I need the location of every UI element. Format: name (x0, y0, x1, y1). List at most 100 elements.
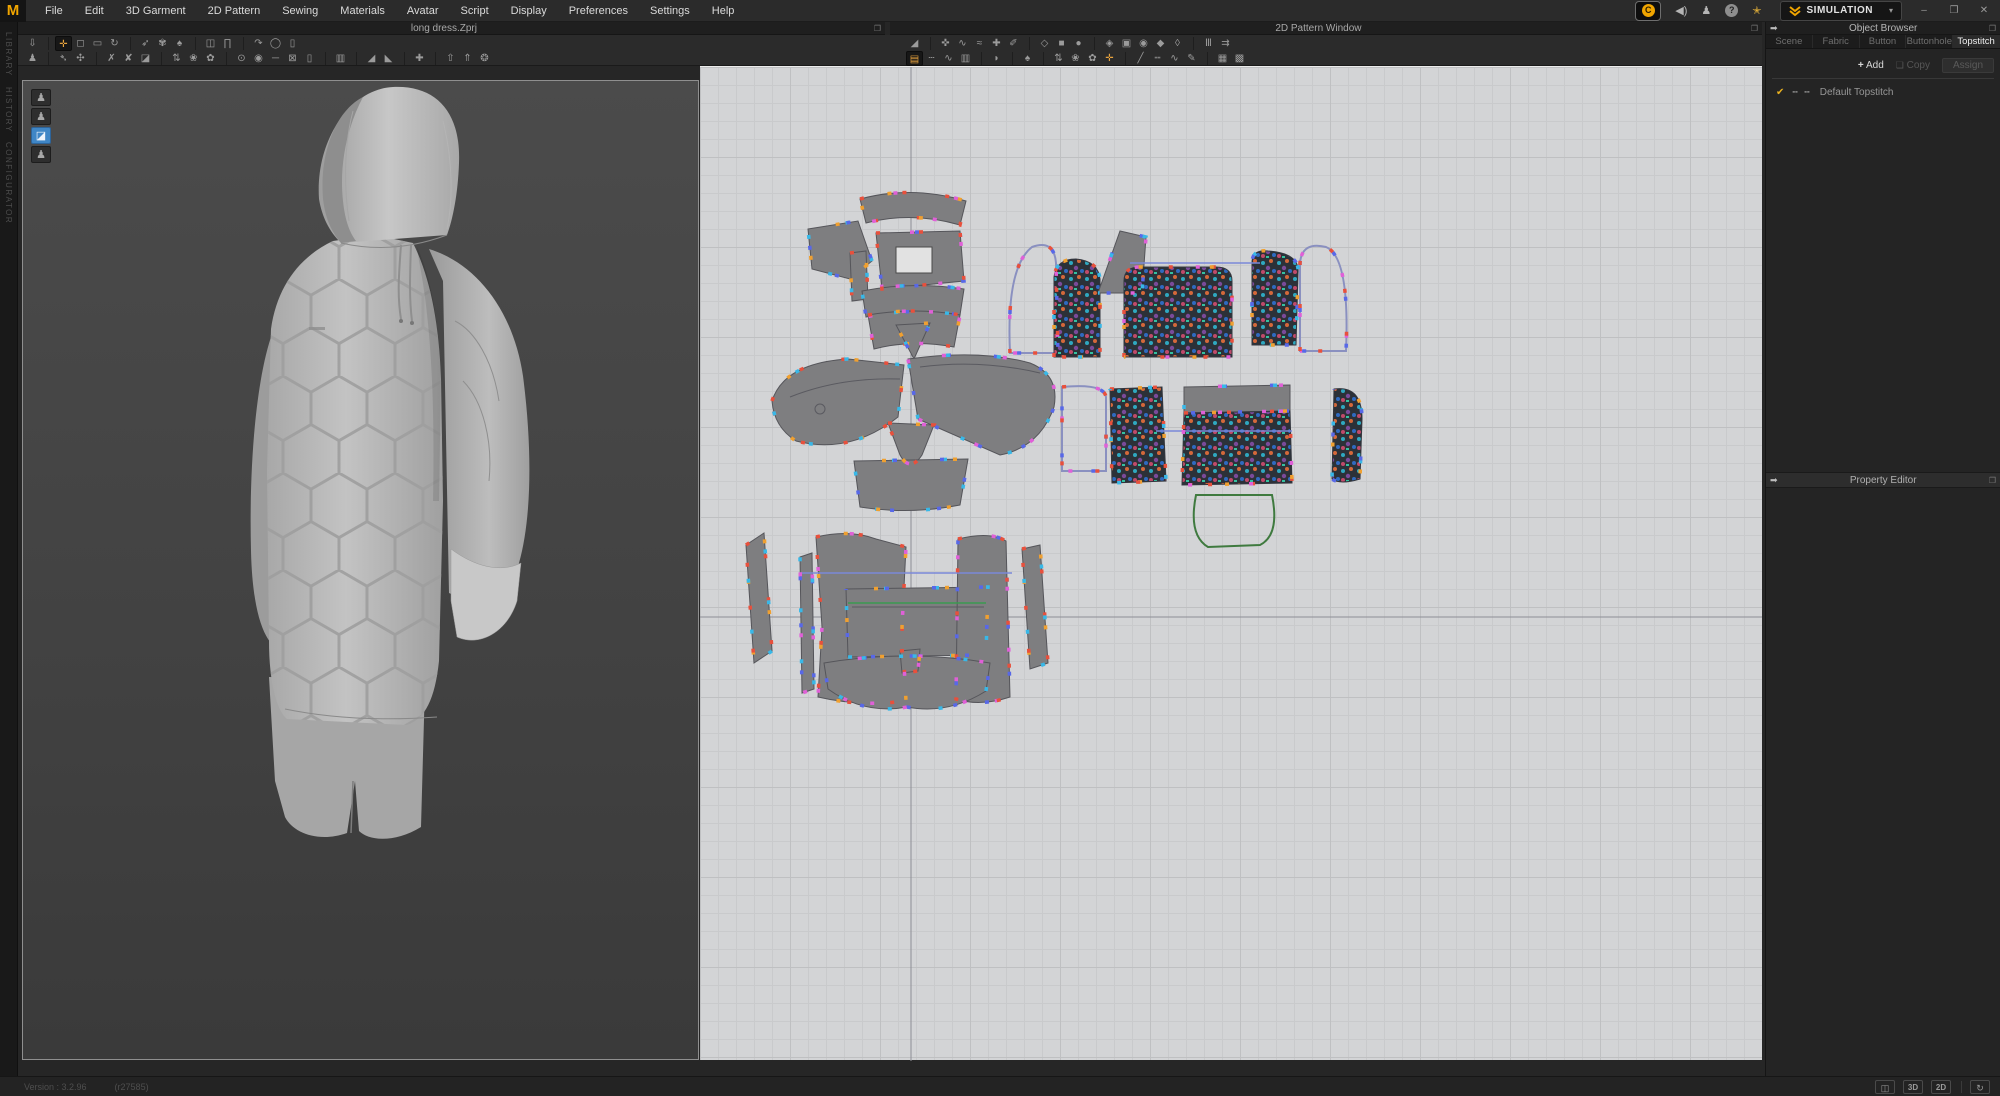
edit-curvature-icon[interactable]: ∿ (954, 36, 971, 51)
pattern-piece-p21[interactable] (1181, 410, 1293, 486)
copy-button[interactable]: ❏ Copy (1896, 60, 1930, 71)
trace-icon[interactable]: ✐ (1005, 36, 1022, 51)
menu-item[interactable]: Preferences (558, 0, 639, 22)
topstitch-free-icon[interactable]: ┉ (1149, 51, 1166, 66)
base-dart-icon[interactable]: ◊ (1169, 36, 1186, 51)
currency-icon[interactable]: C (1635, 0, 1662, 21)
measure-ruler-icon[interactable]: ▯ (284, 36, 301, 51)
popout-icon[interactable]: ❐ (1747, 22, 1762, 35)
lasso-select-icon[interactable]: ◯ (267, 36, 284, 51)
topstitch-segment-icon[interactable]: ╱ (1132, 51, 1149, 66)
attach-to-garment-icon[interactable]: ♠ (1019, 51, 1036, 66)
curve-tool-icon[interactable]: ↷ (250, 36, 267, 51)
pattern-piece-p20[interactable] (1183, 384, 1291, 414)
pattern-piece-p14[interactable] (771, 358, 905, 446)
view-2d-icon[interactable]: 2D (1931, 1079, 1951, 1094)
pattern-piece-p23[interactable] (1192, 494, 1276, 548)
menu-item[interactable]: Settings (639, 0, 701, 22)
dock-tab[interactable]: LIBRARY (4, 32, 13, 77)
property-editor-titlebar[interactable]: ➡ Property Editor ❐ (1766, 472, 2000, 488)
tack-garment-icon[interactable]: ♠ (171, 36, 188, 51)
menu-item[interactable]: Script (450, 0, 500, 22)
texture-edit-icon[interactable]: ▦ (1214, 51, 1231, 66)
dock-tab[interactable]: CONFIGURATOR (4, 142, 13, 224)
collapse-arrow-icon[interactable]: ➡ (1766, 474, 1782, 487)
restore-button[interactable]: ❐ (1946, 0, 1962, 22)
menu-item[interactable]: 2D Pattern (197, 0, 272, 22)
buttoned-panel-icon[interactable]: ▥ (332, 51, 349, 66)
dock-tab[interactable]: HISTORY (4, 87, 13, 133)
popout-icon[interactable]: ❐ (1985, 474, 2000, 487)
object-browser-tab[interactable]: Topstitch (1953, 35, 2000, 48)
detail-sewing-icon[interactable]: ▥ (957, 51, 974, 66)
pattern-piece-p12[interactable] (1251, 250, 1299, 346)
collapse-arrow-icon[interactable]: ➡ (1766, 22, 1782, 35)
add-point-icon[interactable]: ✚ (988, 36, 1005, 51)
pattern-piece-p9[interactable] (1053, 258, 1101, 358)
view-3d-icon[interactable]: 3D (1903, 1079, 1923, 1094)
object-browser-tab[interactable]: Button (1860, 35, 1907, 48)
pattern-canvas-2d[interactable] (700, 66, 1762, 1061)
popout-icon[interactable]: ❐ (1985, 22, 2000, 35)
app-logo[interactable]: M (0, 0, 26, 22)
gather-cursor-icon[interactable]: ❀ (185, 51, 202, 66)
untack-icon[interactable]: ✘ (120, 51, 137, 66)
rectangle-icon[interactable]: ■ (1053, 36, 1070, 51)
menu-item[interactable]: Display (500, 0, 558, 22)
account-icon[interactable]: ♟ (1701, 0, 1711, 22)
close-button[interactable]: ✕ (1976, 0, 1992, 22)
simulation-button[interactable]: SIMULATION ▾ (1779, 0, 1902, 21)
object-browser-titlebar[interactable]: ➡ Object Browser ❐ (1766, 22, 2000, 35)
viewport-3d[interactable]: ♟ ♟ ◪ ♟ (22, 80, 699, 1060)
pin-tack-icon[interactable]: ✣ (72, 51, 89, 66)
show-sewing-icon[interactable]: ✛ (1101, 51, 1118, 66)
dart-icon[interactable]: ◆ (1152, 36, 1169, 51)
topstitch-list-item[interactable]: ✔ ╍ ╍ Default Topstitch (1776, 84, 1893, 100)
object-browser-tab[interactable]: Buttonhole (1906, 35, 1954, 48)
menu-item[interactable]: Help (701, 0, 746, 22)
help-icon[interactable]: ? (1725, 4, 1739, 17)
pattern-piece-p17[interactable] (853, 458, 969, 512)
speaker-icon[interactable]: ◀) (1675, 0, 1687, 22)
padlock-zip-icon[interactable]: ⊠ (284, 51, 301, 66)
wedge-cursor-icon[interactable]: ◢ (363, 51, 380, 66)
pattern-piece-p22[interactable] (1331, 388, 1363, 483)
wedge-icon[interactable]: ◣ (380, 51, 397, 66)
select-box-icon[interactable]: ▭ (89, 36, 106, 51)
transform-pattern-icon[interactable]: ◢ (906, 36, 923, 51)
brush-select-icon[interactable]: ✾ (154, 36, 171, 51)
sew-pin-icon[interactable]: ➴ (55, 51, 72, 66)
assign-button[interactable]: Assign (1941, 57, 1994, 73)
show-avatar-icon[interactable]: ♟ (31, 89, 51, 106)
object-browser-tab[interactable]: Scene (1766, 35, 1813, 48)
pattern-piece-p13[interactable] (1299, 244, 1348, 352)
zip-puller-icon[interactable]: ▯ (301, 51, 318, 66)
pattern-piece-p16[interactable] (887, 422, 935, 465)
lift-garment-cursor-icon[interactable]: ⇧ (442, 51, 459, 66)
circle-icon[interactable]: ● (1070, 36, 1087, 51)
show-avatar-skin-icon[interactable]: ♟ (31, 108, 51, 125)
mn-sewing-icon[interactable]: ∿ (940, 51, 957, 66)
topstitch-wave-icon[interactable]: ∿ (1166, 51, 1183, 66)
free-sewing-icon[interactable]: ┄ (923, 51, 940, 66)
menu-item[interactable]: File (34, 0, 74, 22)
assistant-icon[interactable]: ✭ (1752, 0, 1761, 22)
show-avatar-solid-icon[interactable]: ♟ (31, 146, 51, 163)
segment-sewing-icon[interactable]: ▤ (906, 51, 923, 66)
zipper-2d-icon[interactable]: ⇅ (1050, 51, 1067, 66)
pattern-piece-p18[interactable] (1061, 385, 1107, 472)
gather-icon[interactable]: ✿ (202, 51, 219, 66)
menu-item[interactable]: Avatar (396, 0, 450, 22)
internal-polygon-icon[interactable]: ◈ (1101, 36, 1118, 51)
internal-rectangle-icon[interactable]: ▣ (1118, 36, 1135, 51)
avatar-walk-icon[interactable]: ♟ (24, 51, 41, 66)
pin-drag-icon[interactable]: ➶ (137, 36, 154, 51)
object-browser-tab[interactable]: Fabric (1813, 35, 1860, 48)
button-line-icon[interactable]: ─ (267, 51, 284, 66)
texture-transform-icon[interactable]: ▩ (1231, 51, 1248, 66)
menu-item[interactable]: 3D Garment (115, 0, 197, 22)
tack-on-avatar-icon[interactable]: ✗ (103, 51, 120, 66)
shirring-cursor-icon[interactable]: ❀ (1067, 51, 1084, 66)
button-icon[interactable]: ◉ (250, 51, 267, 66)
polygon-icon[interactable]: ◇ (1036, 36, 1053, 51)
